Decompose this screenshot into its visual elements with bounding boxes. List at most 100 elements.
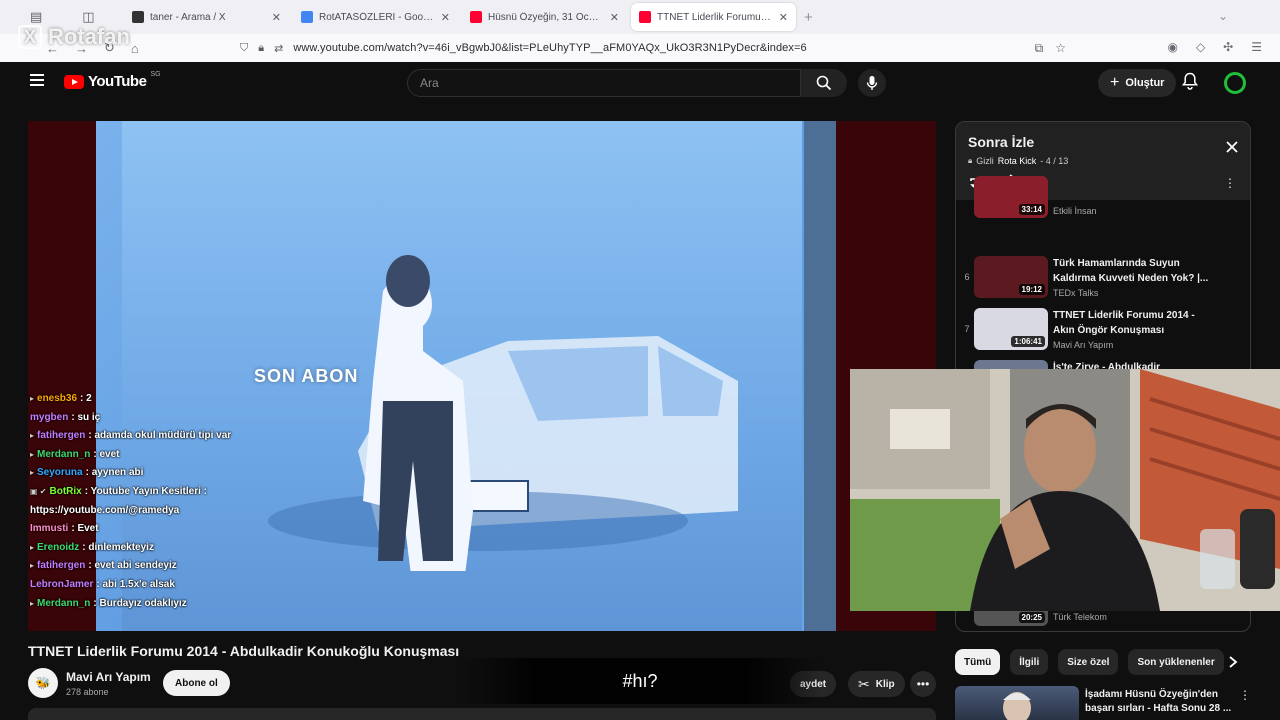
video-title: TTNET Liderlik Forumu 2014 - Abdulkadir …: [28, 643, 460, 659]
tab-close-icon[interactable]: ✕: [610, 11, 619, 24]
region-code: SG: [150, 71, 161, 78]
x-logo-icon: X: [18, 25, 42, 49]
chat-username: Merdann_n: [37, 597, 91, 609]
tab-title: Hüsnü Özyeğin, 31 Ocak 2017 P: [488, 11, 604, 23]
chat-message: ▸ Seyoruna: ayynen abi: [30, 464, 390, 483]
video-channel[interactable]: Etkili İnsan: [1053, 206, 1097, 216]
chat-text: : su iç: [71, 411, 101, 423]
playlist-item[interactable]: 7 1:06:41 TTNET Liderlik Forumu 2014 - Akı…: [956, 304, 1250, 356]
browser-tab[interactable]: TTNET Liderlik Forumu 2014 ✕: [631, 3, 796, 31]
playlist-item[interactable]: 6 19:12 Türk Hamamlarında Suyun Kaldırma K…: [956, 252, 1250, 304]
filter-chip[interactable]: Son yüklenenler: [1128, 649, 1224, 675]
chat-username: enesb36: [37, 393, 78, 404]
tab-list-chevron-icon[interactable]: ⌄: [1218, 9, 1228, 23]
chat-message: ▸ fatihergen: adamda okul müdürü tipi var: [30, 427, 390, 446]
chat-text: : adamda okul müdürü tipi var: [88, 430, 232, 442]
video-title: Türk Hamamlarında Suyun Kaldırma Kuvveti…: [1053, 258, 1209, 284]
recommended-more-icon[interactable]: ⋮: [1239, 688, 1251, 702]
account-avatar[interactable]: [1224, 72, 1246, 94]
chat-text: : ayynen abi: [85, 467, 144, 479]
playlist-owner[interactable]: Rota Kick: [998, 156, 1037, 166]
chat-message: ▣ ✔ BotRix: Youtube Yayın Kesitleri :: [30, 483, 390, 502]
playlist-more-icon[interactable]: ⋮: [1224, 176, 1236, 190]
bell-icon: [1181, 72, 1199, 90]
youtube-logo[interactable]: YouTube SG: [64, 71, 161, 90]
video-channel[interactable]: Mavi Arı Yapım: [1053, 340, 1113, 350]
tab-close-icon[interactable]: ✕: [441, 11, 450, 24]
video-duration: 19:12: [1018, 284, 1045, 295]
video-title: TTNET Liderlik Forumu 2014 - Akın Öngör …: [1053, 310, 1195, 336]
account-icon[interactable]: ◉: [1167, 40, 1177, 54]
browser-tab[interactable]: RotATASÖZLERİ - Google Dokü ✕: [293, 3, 458, 31]
tab-close-icon[interactable]: ✕: [272, 11, 281, 24]
sidebar-toggle-icon[interactable]: ▤: [30, 9, 42, 25]
video-thumbnail: [955, 686, 1079, 720]
more-horizontal-icon: •••: [916, 677, 930, 691]
tab-overview-icon[interactable]: ◫: [82, 9, 94, 25]
hamburger-menu-icon[interactable]: [30, 74, 44, 86]
clip-button[interactable]: ✂ Klip: [848, 671, 905, 697]
lock-icon[interactable]: 🔒︎: [258, 42, 264, 55]
picture-in-picture-icon[interactable]: ⧉: [1035, 41, 1044, 56]
chat-badge-icon: ▸: [30, 598, 35, 608]
youtube-wordmark: YouTube: [88, 73, 147, 90]
search-input[interactable]: Ara: [407, 69, 801, 97]
bookmark-star-icon[interactable]: ☆: [1055, 41, 1066, 56]
chat-username: mygben: [30, 411, 69, 423]
chat-text: : dinlemekteyiz: [82, 541, 154, 553]
screen-root: ▤ ◫ taner - Arama / X ✕ RotATASÖZLERİ - Go…: [0, 0, 1280, 720]
playlist-item[interactable]: 33:14 Etkili İnsan: [956, 176, 1250, 252]
tab-close-icon[interactable]: ✕: [779, 11, 788, 24]
youtube-header: YouTube SG Ara + Oluştur: [10, 62, 1270, 104]
address-bar[interactable]: ⛉ 🔒︎ ⇄ www.youtube.com/watch?v=46i_vBgwb…: [232, 36, 1074, 60]
video-channel[interactable]: Türk Telekom: [1053, 612, 1107, 622]
filter-chip[interactable]: Tümü: [955, 649, 1001, 675]
playlist-index: 7: [964, 324, 970, 334]
webcam-overlay: [850, 369, 1280, 611]
close-playlist-button[interactable]: [1226, 140, 1238, 158]
home-icon[interactable]: ⌂: [131, 41, 139, 56]
browser-tab[interactable]: Hüsnü Özyeğin, 31 Ocak 2017 P ✕: [462, 3, 627, 31]
description-box[interactable]: [28, 708, 936, 720]
notifications-button[interactable]: [1181, 72, 1199, 95]
browser-tab[interactable]: taner - Arama / X ✕: [124, 3, 289, 31]
scissors-icon: ✂: [858, 675, 870, 692]
menu-icon[interactable]: ☰: [1251, 40, 1262, 54]
chat-text: : evet: [93, 448, 120, 460]
watermark-text: Rotafan: [48, 24, 130, 49]
create-button[interactable]: + Oluştur: [1098, 69, 1177, 97]
browser-tab-bar: ▤ ◫ taner - Arama / X ✕ RotATASÖZLERİ - Go…: [0, 0, 1280, 34]
shield-icon[interactable]: ⛉: [240, 42, 248, 55]
playlist-title[interactable]: Sonra İzle: [968, 134, 1034, 150]
url-text[interactable]: www.youtube.com/watch?v=46i_vBgwbJ0&list…: [293, 42, 806, 54]
tab-title: RotATASÖZLERİ - Google Dokü: [319, 11, 435, 23]
playlist-position: - 4 / 13: [1040, 156, 1069, 166]
chips-next-button[interactable]: [1226, 655, 1240, 669]
search-icon: [816, 75, 832, 91]
recommended-video[interactable]: İşadamı Hüsnü Özyeğin'den başarı sırları…: [955, 686, 1255, 720]
chat-username: Immusti: [30, 523, 69, 535]
toolbar-icons: ◉ ◇ ✣ ☰: [1167, 40, 1262, 54]
streamer-watermark: X Rotafan: [18, 24, 130, 50]
filter-chip[interactable]: İlgili: [1010, 649, 1049, 675]
channel-avatar[interactable]: 🐝: [28, 668, 58, 698]
filter-chip[interactable]: Size özel: [1058, 649, 1119, 675]
address-bar-actions: ⧉ ☆: [1035, 41, 1074, 56]
extension-icon[interactable]: ◇: [1196, 40, 1205, 54]
screen-edge: [804, 121, 836, 631]
search-button[interactable]: [801, 69, 847, 97]
more-actions-button[interactable]: •••: [910, 671, 936, 697]
voice-search-button[interactable]: [858, 69, 886, 97]
puzzle-icon[interactable]: ✣: [1223, 40, 1233, 54]
new-tab-button[interactable]: +: [804, 9, 813, 26]
subscribe-button[interactable]: Abone ol: [163, 670, 230, 696]
lock-icon: 🔒︎: [968, 156, 973, 165]
channel-name[interactable]: Mavi Arı Yapım: [66, 670, 151, 684]
browser-nav-bar: ← → ↻ ⌂ ⛉ 🔒︎ ⇄ www.youtube.com/watch?v=4…: [0, 34, 1280, 62]
video-channel[interactable]: TEDx Talks: [1053, 288, 1098, 298]
playlist-privacy: Gizli: [976, 156, 994, 166]
tab-title: TTNET Liderlik Forumu 2014: [657, 11, 773, 23]
permissions-icon[interactable]: ⇄: [274, 42, 283, 55]
chat-message: LebronJamer: abi 1.5x'e alsak: [30, 576, 390, 595]
chat-username: LebronJamer: [30, 578, 94, 590]
